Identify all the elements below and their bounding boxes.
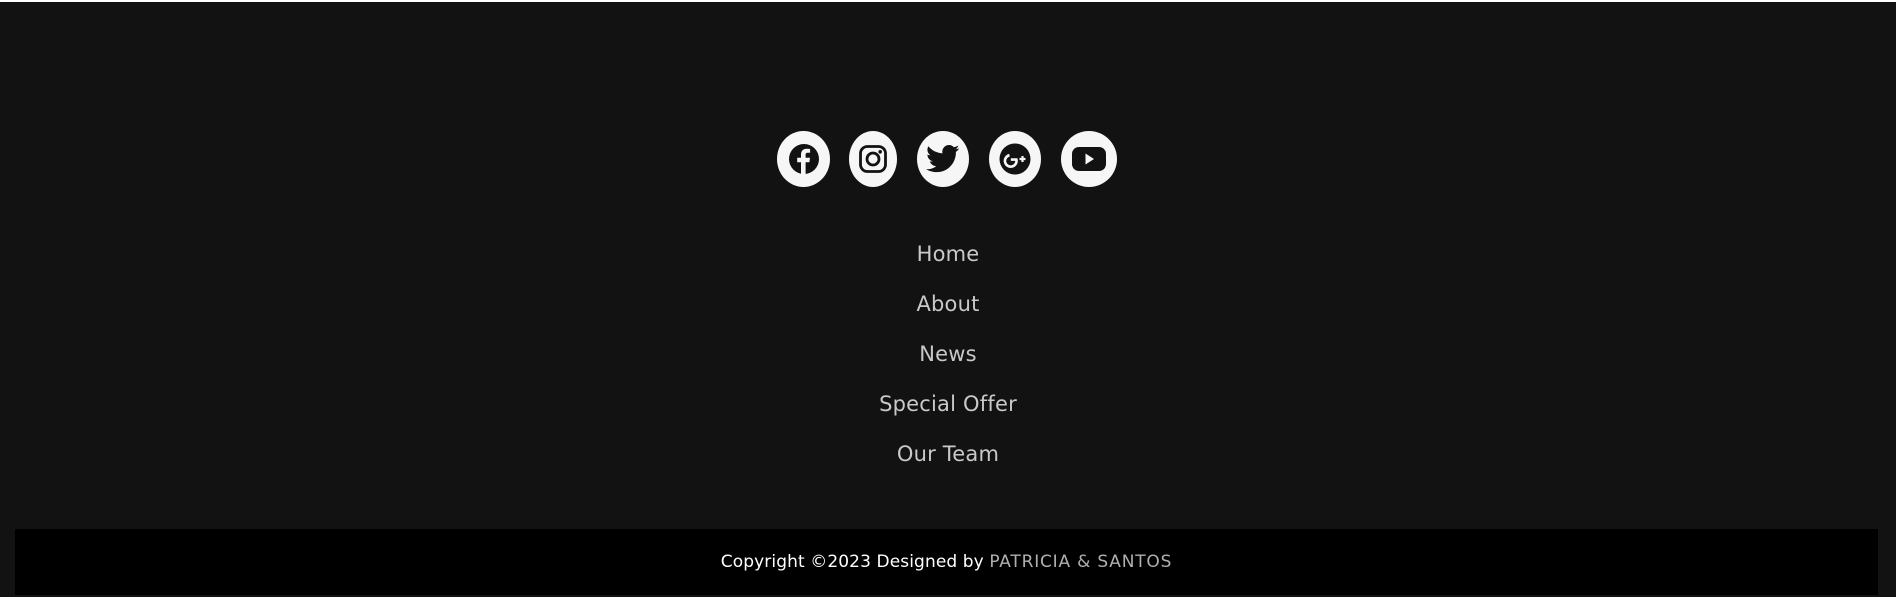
nav-item-special-offer: Special Offer (0, 385, 1896, 435)
nav-item-about: About (0, 285, 1896, 335)
social-links (0, 131, 1896, 189)
footer-nav: Home About News Special Offer Our Team (0, 235, 1896, 485)
nav-link-our-team[interactable]: Our Team (897, 442, 999, 466)
copyright-prefix: Copyright ©2023 Designed by (720, 552, 990, 572)
nav-link-special-offer[interactable]: Special Offer (879, 392, 1017, 416)
youtube-link[interactable] (1061, 131, 1117, 187)
copyright-bar: Copyright ©2023 Designed by PATRICIA & S… (15, 529, 1878, 595)
nav-item-our-team: Our Team (0, 435, 1896, 485)
nav-item-home: Home (0, 235, 1896, 285)
twitter-icon (926, 144, 960, 173)
nav-link-about[interactable]: About (916, 292, 979, 316)
nav-link-news[interactable]: News (919, 342, 977, 366)
footer-section: Home About News Special Offer Our Team C… (0, 0, 1896, 597)
twitter-link[interactable] (917, 131, 969, 187)
facebook-icon (788, 144, 819, 174)
facebook-link[interactable] (777, 131, 830, 187)
nav-item-news: News (0, 335, 1896, 385)
copyright-text: Copyright ©2023 Designed by PATRICIA & S… (721, 552, 1172, 572)
google-plus-icon (999, 143, 1031, 175)
designer-link[interactable]: PATRICIA & SANTOS (989, 552, 1172, 572)
youtube-icon (1072, 147, 1106, 171)
instagram-icon (859, 145, 887, 173)
google-plus-link[interactable] (989, 131, 1041, 187)
nav-link-home[interactable]: Home (917, 242, 980, 266)
instagram-link[interactable] (849, 131, 897, 187)
